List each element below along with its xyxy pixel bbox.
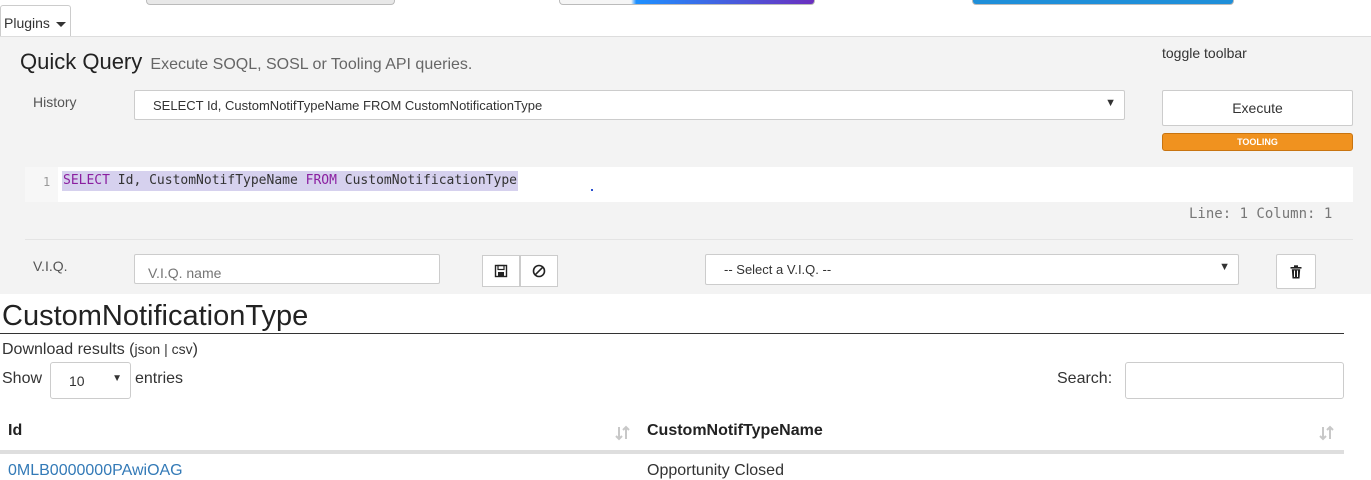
record-id-link[interactable]: 0MLB0000000PAwiOAG <box>8 462 183 480</box>
viq-label: V.I.Q. <box>33 258 68 274</box>
cursor-position-status: Line: 1 Column: 1 <box>1189 206 1333 222</box>
query-fields: Id, CustomNotifTypeName <box>109 173 306 188</box>
page-size-select[interactable]: 10 ▼ <box>50 362 131 399</box>
execute-button[interactable]: Execute <box>1162 90 1353 126</box>
divider <box>25 239 1353 240</box>
tooling-toggle-badge[interactable]: TOOLING <box>1162 133 1353 151</box>
download-results: Download results (json | csv) <box>2 341 198 359</box>
viq-select[interactable]: -- Select a V.I.Q. -- ▼ <box>705 254 1239 285</box>
table-header-divider <box>0 450 1344 454</box>
column-header-customnotiftypename[interactable]: CustomNotifTypeName <box>647 422 823 440</box>
json-download-link[interactable]: json <box>135 341 161 357</box>
show-label: Show <box>2 370 43 387</box>
save-icon <box>494 264 508 278</box>
quick-query-panel: Quick Query Execute SOQL, SOSL or Toolin… <box>0 37 1371 294</box>
quick-query-subtitle: Execute SOQL, SOSL or Tooling API querie… <box>150 56 473 73</box>
dropdown-arrow-icon: ▼ <box>112 373 122 384</box>
screenshot-thumbnail[interactable] <box>972 0 1234 5</box>
sort-icon[interactable] <box>1318 424 1336 442</box>
query-code[interactable]: SELECT Id, CustomNotifTypeName FROM Cust… <box>62 171 518 191</box>
download-separator: | <box>160 341 172 357</box>
page-title: Quick Query Execute SOQL, SOSL or Toolin… <box>20 49 472 75</box>
dropdown-arrow-icon: ▼ <box>1219 261 1230 273</box>
caret-down-icon <box>55 21 66 27</box>
history-label: History <box>33 94 77 110</box>
top-bar: Plugins <box>0 0 1371 37</box>
viq-name-input[interactable] <box>134 254 440 284</box>
dropdown-arrow-icon: ▼ <box>1105 97 1116 109</box>
screenshot-thumbnail[interactable] <box>559 0 815 5</box>
results-title: CustomNotificationType <box>2 300 309 332</box>
cursor-marker <box>591 189 593 191</box>
editor-gutter: 1 <box>25 167 58 202</box>
delete-viq-button[interactable] <box>1276 254 1316 289</box>
query-editor[interactable]: 1 SELECT Id, CustomNotifTypeName FROM Cu… <box>25 167 1353 202</box>
table-cell: Opportunity Closed <box>647 462 784 479</box>
column-header-id[interactable]: Id <box>8 422 22 440</box>
plugins-dropdown[interactable]: Plugins <box>0 5 71 36</box>
trash-icon <box>1290 264 1302 278</box>
download-suffix: ) <box>192 341 198 358</box>
line-number: 1 <box>43 175 51 189</box>
search-input[interactable] <box>1125 362 1344 399</box>
page-size-value: 10 <box>69 373 85 389</box>
divider <box>0 333 1344 334</box>
clear-viq-button[interactable] <box>520 255 558 287</box>
sort-icon[interactable] <box>614 424 632 442</box>
query-object: CustomNotificationType <box>336 173 517 188</box>
keyword-select: SELECT <box>63 173 110 188</box>
quick-query-title: Quick Query <box>20 49 143 74</box>
history-select-value: SELECT Id, CustomNotifTypeName FROM Cust… <box>153 98 543 113</box>
plugins-label: Plugins <box>4 15 50 31</box>
entries-label: entries <box>135 370 184 387</box>
viq-select-value: -- Select a V.I.Q. -- <box>724 262 832 277</box>
download-prefix: Download results ( <box>2 341 135 358</box>
ban-icon <box>532 264 546 278</box>
keyword-from: FROM <box>305 173 337 188</box>
screenshot-thumbnail[interactable] <box>146 0 395 5</box>
search-label: Search: <box>1057 370 1113 387</box>
toggle-toolbar-link[interactable]: toggle toolbar <box>1162 45 1247 61</box>
history-select[interactable]: SELECT Id, CustomNotifTypeName FROM Cust… <box>134 90 1125 120</box>
save-viq-button[interactable] <box>482 255 520 287</box>
csv-download-link[interactable]: csv <box>172 341 193 357</box>
